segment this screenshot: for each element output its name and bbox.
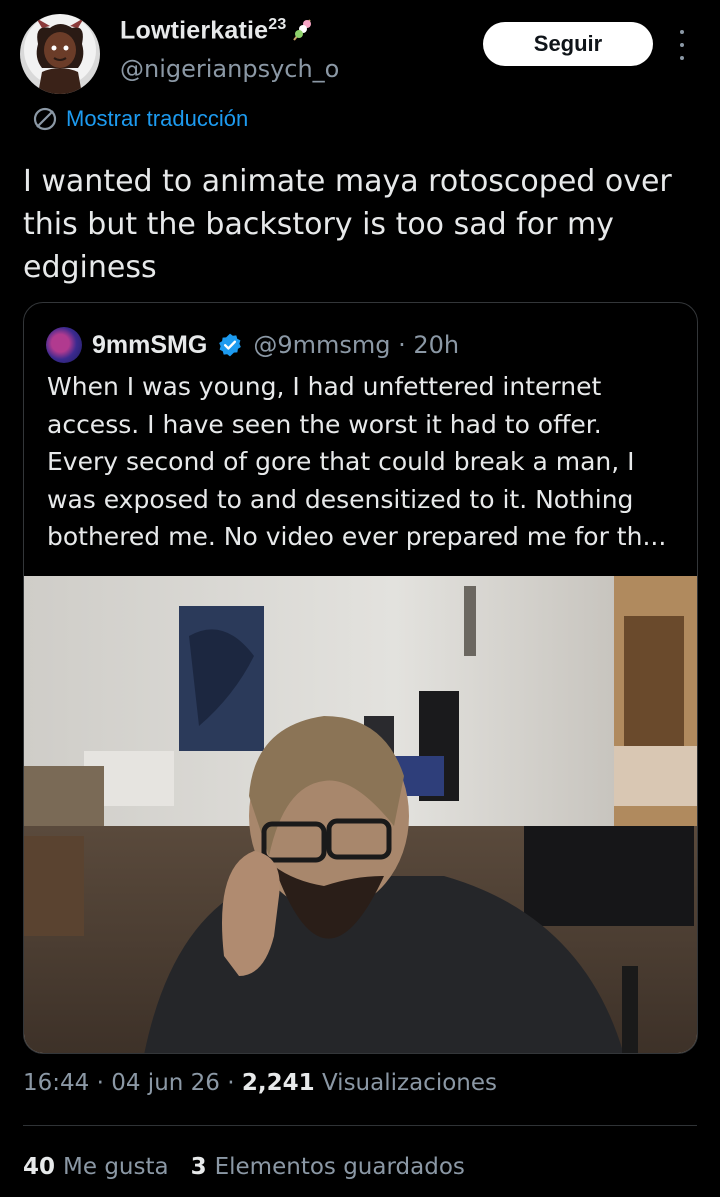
display-name-badge: 23	[268, 16, 287, 33]
quoted-separator: ·	[398, 331, 406, 359]
globe-icon	[33, 107, 57, 131]
tweet-header: Lowtierkatie23 @nigerianpsych_o Seguir	[20, 14, 700, 94]
divider	[23, 1125, 697, 1126]
quoted-author-name[interactable]: 9mmSMG	[92, 331, 207, 360]
quoted-tweet-header: 9mmSMG @9mmsmg · 20h	[46, 327, 459, 363]
video-frame	[24, 576, 697, 1053]
meta-separator: ·	[227, 1070, 235, 1096]
quoted-video-thumbnail[interactable]	[24, 576, 697, 1053]
bookmarks-label: Elementos guardados	[214, 1154, 465, 1180]
dango-icon	[288, 16, 316, 51]
tweet-time: 16:44	[23, 1070, 90, 1096]
tweet-date: 04 jun 26	[111, 1070, 220, 1096]
follow-button[interactable]: Seguir	[483, 22, 653, 66]
likes-label: Me gusta	[63, 1154, 169, 1180]
display-name-text: Lowtierkatie	[120, 16, 269, 45]
avatar-illustration	[36, 18, 84, 94]
author-names: Lowtierkatie23 @nigerianpsych_o	[120, 16, 339, 83]
author-avatar[interactable]	[20, 14, 100, 94]
more-options-icon[interactable]	[670, 30, 694, 60]
author-handle[interactable]: @nigerianpsych_o	[120, 55, 339, 83]
tweet-text: I wanted to animate maya rotoscoped over…	[23, 164, 672, 285]
translate-label: Mostrar traducción	[66, 106, 249, 131]
tweet-meta: 16:44 · 04 jun 26 · 2,241 Visualizacione…	[23, 1070, 497, 1096]
quoted-timestamp: 20h	[413, 331, 460, 359]
quoted-tweet-card[interactable]: 9mmSMG @9mmsmg · 20h When I was young, I…	[23, 302, 698, 1054]
quoted-tweet-text: When I was young, I had unfettered inter…	[47, 372, 667, 551]
likes-count: 40	[23, 1154, 56, 1180]
quoted-author-avatar[interactable]	[46, 327, 82, 363]
views-label[interactable]: Visualizaciones	[322, 1070, 497, 1096]
views-count: 2,241	[241, 1070, 315, 1096]
meta-separator: ·	[96, 1070, 104, 1096]
show-translation-link[interactable]: Mostrar traducción	[32, 106, 248, 132]
verified-badge-icon	[219, 333, 242, 357]
quoted-author-handle[interactable]: @9mmsmg · 20h	[253, 331, 459, 359]
author-display-name[interactable]: Lowtierkatie23	[120, 16, 339, 51]
quoted-handle-text: @9mmsmg	[253, 331, 391, 359]
tweet-stats: 40 Me gusta 3 Elementos guardados	[23, 1154, 465, 1180]
bookmarks-count: 3	[190, 1154, 207, 1180]
likes-stat[interactable]: 40 Me gusta	[23, 1154, 169, 1180]
bookmarks-stat[interactable]: 3 Elementos guardados	[191, 1154, 465, 1180]
